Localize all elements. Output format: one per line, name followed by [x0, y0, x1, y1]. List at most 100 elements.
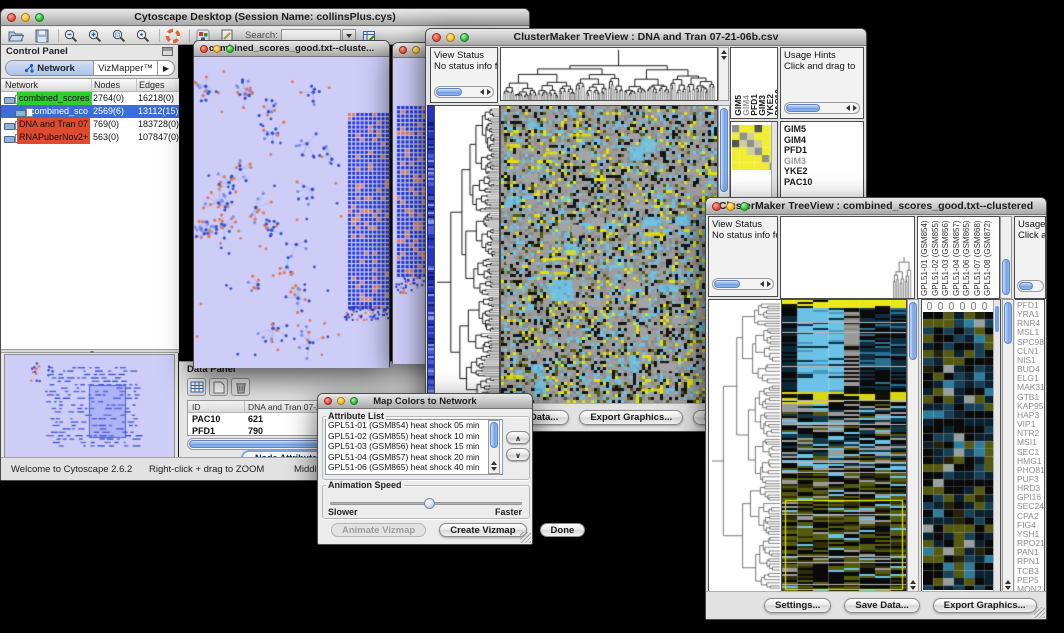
move-up-button[interactable]: ∧ [506, 431, 530, 444]
move-down-button[interactable]: ∨ [506, 448, 530, 461]
treeview2-button[interactable]: Export Graphics... [933, 598, 1037, 613]
resize-grip[interactable] [520, 532, 531, 543]
network-overview-panel[interactable] [4, 354, 175, 459]
attribute-item[interactable]: GPL51-07 (GSM868) heat shock 60 min [326, 473, 502, 475]
treeview2-button[interactable]: Settings... [764, 598, 831, 613]
column-label[interactable]: GPL51-04 (GSM857) [952, 219, 963, 296]
float-panel-icon[interactable] [162, 47, 173, 56]
zoom-fit-icon[interactable] [111, 28, 127, 44]
column-label[interactable]: PFD1 [749, 94, 757, 116]
minimize-icon[interactable] [412, 46, 420, 54]
attribute-item[interactable]: GPL51-06 (GSM865) heat shock 40 min [326, 462, 502, 473]
zoom-in-icon[interactable] [87, 28, 103, 44]
new-attribute-icon[interactable] [209, 378, 228, 396]
network-table-header[interactable]: Network Nodes Edges [1, 79, 179, 92]
column-label[interactable]: GPL51-03 (GSM856) [941, 219, 952, 296]
close-icon[interactable] [399, 46, 407, 54]
column-label[interactable]: GPL51-01 (GSM854) [920, 219, 931, 296]
zoom-window-icon[interactable] [35, 13, 44, 22]
zoom-window-icon[interactable] [740, 202, 749, 211]
row-dendrogram-pane[interactable] [434, 105, 500, 405]
heatmap-pane[interactable] [781, 299, 907, 593]
minimize-icon[interactable] [446, 33, 455, 42]
minimize-icon[interactable] [21, 13, 30, 22]
column-labels-vscrollbar[interactable] [1000, 216, 1012, 299]
dialog-titlebar[interactable]: Map Colors to Network [318, 394, 532, 409]
close-icon[interactable] [712, 202, 721, 211]
attribute-item[interactable]: GPL51-02 (GSM855) heat shock 10 min [326, 431, 502, 442]
treeview2-button[interactable]: Save Data... [844, 598, 919, 613]
close-icon[interactable] [324, 397, 332, 405]
attribute-item[interactable]: GPL51-04 (GSM857) heat shock 20 min [326, 452, 502, 463]
column-label[interactable]: PAC10 [773, 89, 778, 116]
slider-thumb[interactable] [424, 498, 435, 509]
window-controls[interactable] [7, 13, 44, 22]
row-label[interactable]: PAC10 [784, 177, 863, 188]
delete-attribute-icon[interactable] [231, 378, 250, 396]
tab-overflow-arrow[interactable]: ▶ [158, 61, 174, 75]
zoom-out-icon[interactable] [63, 28, 79, 44]
attribute-item[interactable]: GPL51-01 (GSM854) heat shock 05 min [326, 420, 502, 431]
view-status-hscrollbar[interactable] [712, 278, 774, 290]
network-row[interactable]: combined_scores 2764(0) 16218(0) [1, 92, 179, 105]
column-dendrogram-pane[interactable] [500, 47, 718, 101]
usage-hints-hscrollbar[interactable] [1017, 280, 1044, 292]
treeview1-button[interactable]: Export Graphics... [579, 410, 683, 425]
dialog-button[interactable]: Create Vizmap [439, 523, 526, 537]
zoom-heatmap-pane[interactable] [921, 299, 1001, 593]
column-label[interactable]: GIM5 [733, 95, 741, 116]
column-label[interactable]: GPL51-08 (GSM872) [983, 219, 994, 296]
zoom-window-icon[interactable] [460, 33, 469, 42]
column-label[interactable]: GPL51-06 (GSM865) [962, 219, 973, 296]
treeview2-titlebar[interactable]: ClusterMaker TreeView : combined_scores_… [706, 198, 1046, 215]
gene-list-vscrollbar[interactable] [1002, 299, 1014, 593]
animation-speed-slider[interactable] [330, 502, 522, 505]
heatmap-vscrollbar[interactable] [907, 299, 919, 593]
zoom-selected-icon[interactable] [135, 28, 151, 44]
heatmap-pane[interactable] [500, 105, 718, 405]
column-label[interactable]: GIM3 [757, 95, 765, 116]
close-icon[interactable] [432, 33, 441, 42]
row-label[interactable]: GIM3 [784, 156, 863, 167]
minimize-icon[interactable] [213, 45, 221, 53]
column-tree-scrollbar[interactable] [718, 47, 729, 101]
tab-vizmapper[interactable]: VizMapper™ [94, 61, 158, 75]
attribute-list[interactable]: GPL51-01 (GSM854) heat shock 05 minGPL51… [325, 419, 503, 475]
row-label[interactable]: YKE2 [784, 166, 863, 177]
zoom-scroll-track[interactable] [993, 300, 1000, 592]
row-label[interactable]: GIM4 [784, 135, 863, 146]
attribute-list-vscrollbar[interactable] [488, 420, 500, 474]
minimize-icon[interactable] [337, 397, 345, 405]
main-titlebar[interactable]: Cytoscape Desktop (Session Name: collins… [1, 9, 529, 26]
row-label[interactable]: PFD1 [784, 145, 863, 156]
zoom-window-icon[interactable] [350, 397, 358, 405]
treeview1-titlebar[interactable]: ClusterMaker TreeView : DNA and Tran 07-… [426, 29, 866, 46]
network-row[interactable]: RNAPuberNov2+ 563(0) 107847(0) [1, 131, 179, 144]
gene-list[interactable]: PFD1YRA1RNR4MSL1SPC98CLN1NIS1BUD4ELG1MAK… [1015, 299, 1045, 593]
network-view-canvas[interactable] [194, 57, 389, 368]
zoom-window-icon[interactable] [226, 45, 234, 53]
dialog-button[interactable]: Done [540, 523, 586, 537]
column-label[interactable]: GIM4 [741, 95, 749, 116]
column-label[interactable]: YKE2 [765, 94, 773, 116]
attribute-item[interactable]: GPL51-03 (GSM856) heat shock 15 min [326, 441, 502, 452]
network-row[interactable]: DNA and Tran 07 769(0) 183728(0) [1, 118, 179, 131]
minimize-icon[interactable] [726, 202, 735, 211]
resize-grip[interactable] [1034, 607, 1045, 618]
network-view-titlebar[interactable]: combined_scores_good.txt--cluste... [194, 41, 389, 57]
panel-splitter[interactable] [1, 349, 179, 353]
network-overview-canvas[interactable] [5, 355, 174, 458]
column-labels-panel[interactable]: GIM5GIM4PFD1GIM3YKE2PAC10 [730, 47, 778, 119]
network-row[interactable]: combined_sco 2569(6) 13112(15) [1, 105, 179, 118]
help-lifering-icon[interactable] [165, 28, 181, 44]
save-icon[interactable] [34, 28, 50, 44]
row-label[interactable]: GIM5 [784, 124, 863, 135]
usage-hints-hscrollbar[interactable] [784, 102, 860, 114]
view-status-hscrollbar[interactable] [434, 86, 494, 98]
open-folder-icon[interactable] [8, 28, 24, 44]
column-dendrogram-pane[interactable] [780, 216, 915, 299]
tab-network[interactable]: Network [6, 61, 94, 75]
close-icon[interactable] [200, 45, 208, 53]
close-icon[interactable] [7, 13, 16, 22]
dialog-button[interactable]: Animate Vizmap [331, 523, 426, 537]
